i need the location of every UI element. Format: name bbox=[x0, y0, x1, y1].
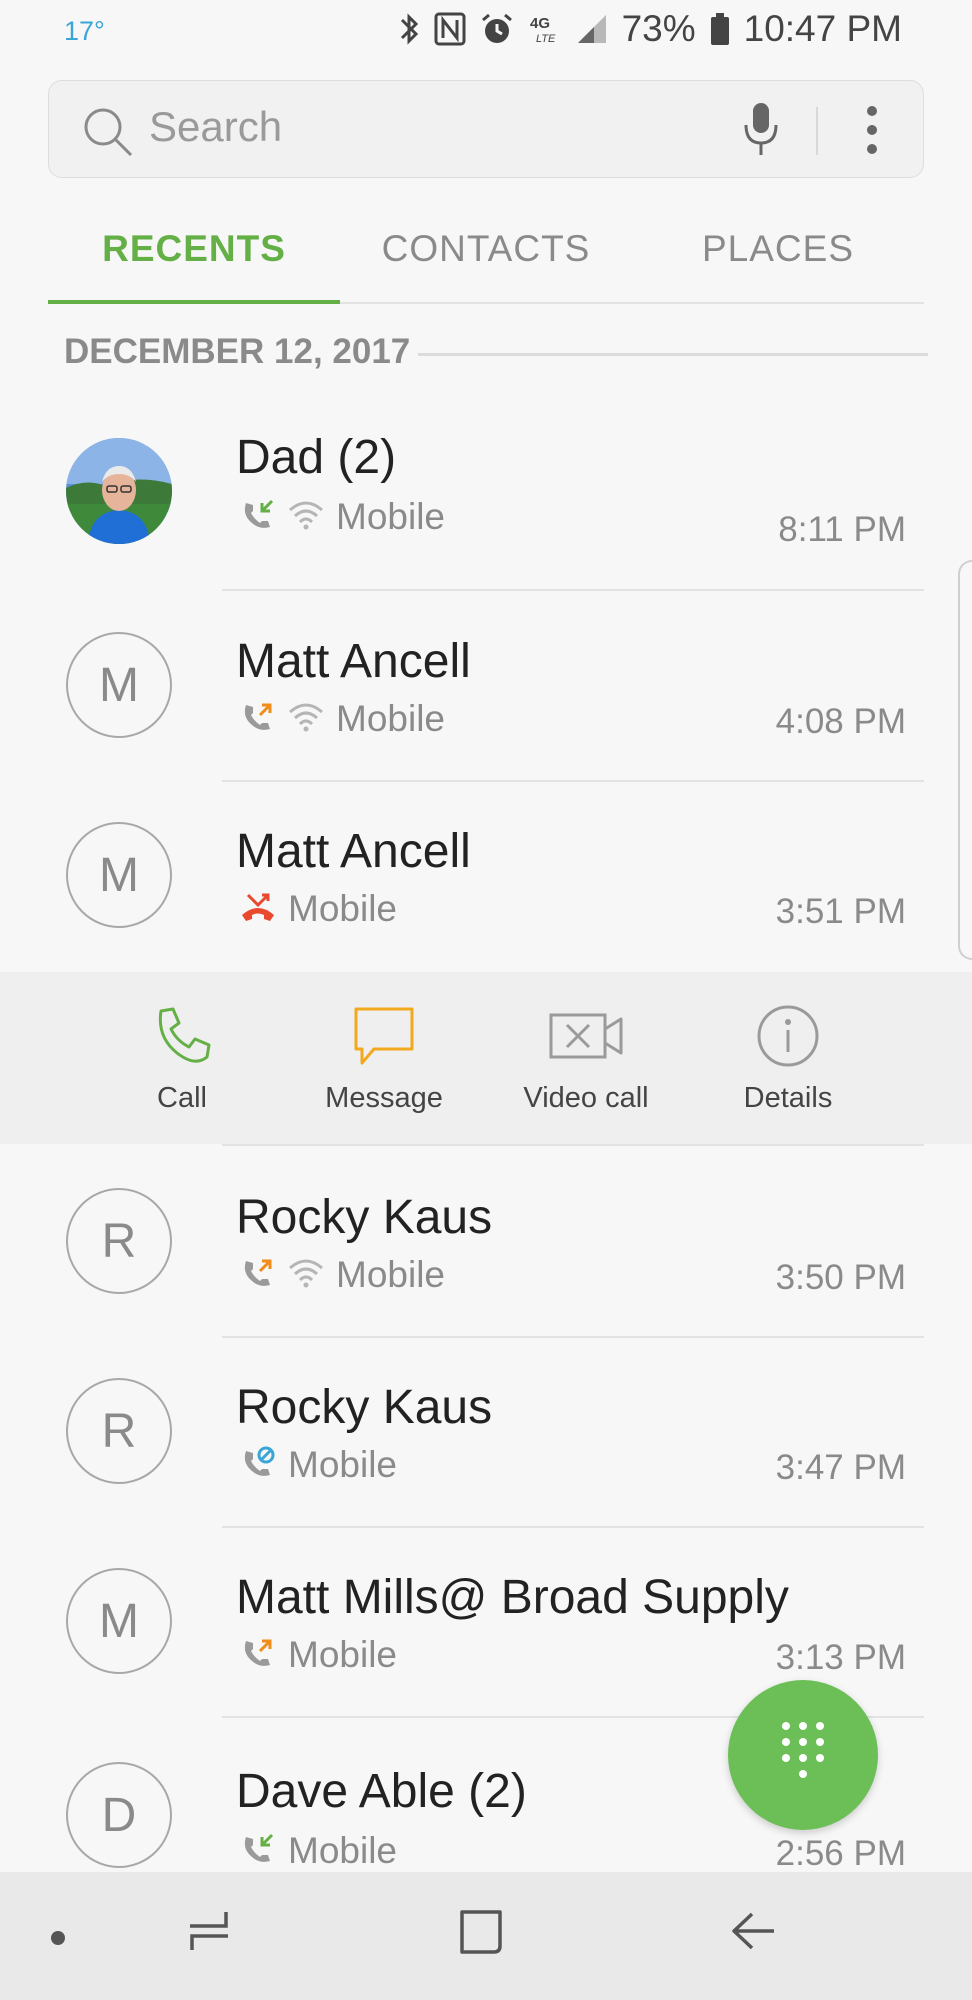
contact-letter-avatar[interactable]: R bbox=[66, 1188, 172, 1294]
call-time: 3:13 PM bbox=[775, 1638, 906, 1677]
contact-letter-avatar[interactable]: M bbox=[66, 632, 172, 738]
message-button[interactable]: Message bbox=[304, 1004, 464, 1115]
wifi-call-icon bbox=[288, 702, 324, 736]
system-navigation-bar bbox=[0, 1872, 972, 2000]
outgoing-call-icon bbox=[240, 699, 276, 739]
call-actions-bar: Call Message Video call Details bbox=[0, 972, 972, 1144]
status-icons: 4G LTE 73% 10:47 PM bbox=[398, 8, 902, 50]
contact-name: Rocky Kaus bbox=[236, 1191, 493, 1244]
phone-label: Mobile bbox=[288, 1830, 397, 1871]
contact-name: Matt Mills@ Broad Supply bbox=[236, 1571, 789, 1624]
tab-bar: RECENTS CONTACTS PLACES bbox=[48, 212, 924, 304]
call-time: 3:50 PM bbox=[775, 1258, 906, 1297]
search-bar[interactable]: Search bbox=[48, 80, 924, 178]
call-label: Call bbox=[157, 1082, 207, 1114]
missed-call-icon bbox=[240, 889, 276, 929]
tab-recents[interactable]: RECENTS bbox=[48, 212, 340, 304]
alarm-icon bbox=[480, 12, 514, 46]
call-log-row-selected[interactable]: M Matt Ancell Mobile 3:51 PM bbox=[0, 780, 972, 970]
call-details: Mobile bbox=[240, 496, 445, 538]
phone-label: Mobile bbox=[288, 1634, 397, 1675]
call-time: 2:56 PM bbox=[775, 1834, 906, 1873]
search-icon bbox=[81, 105, 135, 163]
call-details: Mobile bbox=[240, 1254, 445, 1296]
phone-label: Mobile bbox=[288, 1444, 397, 1485]
tab-places[interactable]: PLACES bbox=[632, 212, 924, 302]
recent-apps-icon[interactable] bbox=[186, 1908, 232, 1958]
contact-name: Dad (2) bbox=[236, 431, 397, 484]
wifi-call-icon bbox=[288, 500, 324, 534]
dialpad-icon bbox=[778, 1718, 828, 1792]
contact-name: Matt Ancell bbox=[236, 635, 471, 688]
call-details: Mobile bbox=[240, 698, 445, 740]
date-header: DECEMBER 12, 2017 bbox=[64, 332, 411, 371]
video-call-icon bbox=[506, 1004, 666, 1068]
svg-text:LTE: LTE bbox=[536, 33, 556, 45]
dialpad-button[interactable] bbox=[728, 1680, 878, 1830]
incoming-call-icon bbox=[240, 497, 276, 537]
search-divider bbox=[816, 107, 818, 155]
call-log-row[interactable]: Dad (2) Mobile 8:11 PM bbox=[0, 400, 972, 591]
call-time: 3:51 PM bbox=[775, 892, 906, 931]
call-log-row[interactable]: M Matt Ancell Mobile 4:08 PM bbox=[0, 590, 972, 782]
battery-icon bbox=[710, 12, 730, 46]
message-icon bbox=[304, 1004, 464, 1068]
phone-label: Mobile bbox=[288, 888, 397, 929]
call-details: Mobile bbox=[240, 1444, 397, 1486]
clock: 10:47 PM bbox=[743, 8, 902, 49]
wifi-call-icon bbox=[288, 1258, 324, 1292]
contact-name: Matt Ancell bbox=[236, 825, 471, 878]
back-icon[interactable] bbox=[730, 1908, 778, 1958]
search-input[interactable]: Search bbox=[149, 103, 282, 151]
nfc-icon bbox=[434, 12, 466, 46]
nav-dot-icon[interactable] bbox=[50, 1930, 66, 1950]
call-button[interactable]: Call bbox=[102, 1004, 262, 1115]
rejected-call-icon bbox=[240, 1445, 276, 1485]
phone-label: Mobile bbox=[336, 496, 445, 537]
contact-letter-avatar[interactable]: D bbox=[66, 1762, 172, 1868]
call-details: Mobile bbox=[240, 1830, 397, 1872]
details-button[interactable]: Details bbox=[708, 1004, 868, 1115]
microphone-icon[interactable] bbox=[741, 99, 781, 163]
tab-contacts[interactable]: CONTACTS bbox=[340, 212, 632, 302]
bluetooth-icon bbox=[398, 11, 420, 47]
outgoing-call-icon bbox=[240, 1255, 276, 1295]
signal-icon bbox=[576, 13, 608, 45]
weather-temperature: 17° bbox=[64, 16, 105, 46]
phone-label: Mobile bbox=[336, 1254, 445, 1295]
date-header-line bbox=[418, 353, 928, 356]
svg-text:4G: 4G bbox=[530, 15, 550, 32]
status-bar: 17° 4G LTE 73% 10:47 PM bbox=[0, 0, 972, 64]
call-log-row[interactable]: R Rocky Kaus Mobile 3:47 PM bbox=[0, 1336, 972, 1528]
info-icon bbox=[708, 1004, 868, 1068]
incoming-call-icon bbox=[240, 1831, 276, 1871]
details-label: Details bbox=[743, 1082, 833, 1114]
call-time: 4:08 PM bbox=[775, 702, 906, 741]
video-call-label: Video call bbox=[523, 1082, 649, 1114]
lte-icon: 4G LTE bbox=[528, 12, 562, 46]
video-call-button[interactable]: Video call bbox=[506, 1004, 666, 1115]
phone-label: Mobile bbox=[336, 698, 445, 739]
contact-letter-avatar[interactable]: R bbox=[66, 1378, 172, 1484]
battery-percent: 73% bbox=[621, 8, 696, 49]
call-details: Mobile bbox=[240, 888, 397, 930]
message-label: Message bbox=[325, 1082, 443, 1114]
fast-scroll-handle[interactable] bbox=[958, 560, 972, 960]
call-time: 8:11 PM bbox=[778, 510, 906, 549]
phone-icon bbox=[102, 1004, 262, 1068]
contact-photo-avatar[interactable] bbox=[66, 438, 172, 544]
call-log-row[interactable]: R Rocky Kaus Mobile 3:50 PM bbox=[0, 1146, 972, 1338]
contact-name: Rocky Kaus bbox=[236, 1381, 493, 1434]
contact-letter-avatar[interactable]: M bbox=[66, 822, 172, 928]
contact-name: Dave Able (2) bbox=[236, 1765, 527, 1818]
more-options-icon[interactable] bbox=[865, 105, 879, 159]
call-time: 3:47 PM bbox=[775, 1448, 906, 1487]
contact-letter-avatar[interactable]: M bbox=[66, 1568, 172, 1674]
call-details: Mobile bbox=[240, 1634, 397, 1676]
outgoing-call-icon bbox=[240, 1635, 276, 1675]
home-icon[interactable] bbox=[458, 1908, 506, 1960]
